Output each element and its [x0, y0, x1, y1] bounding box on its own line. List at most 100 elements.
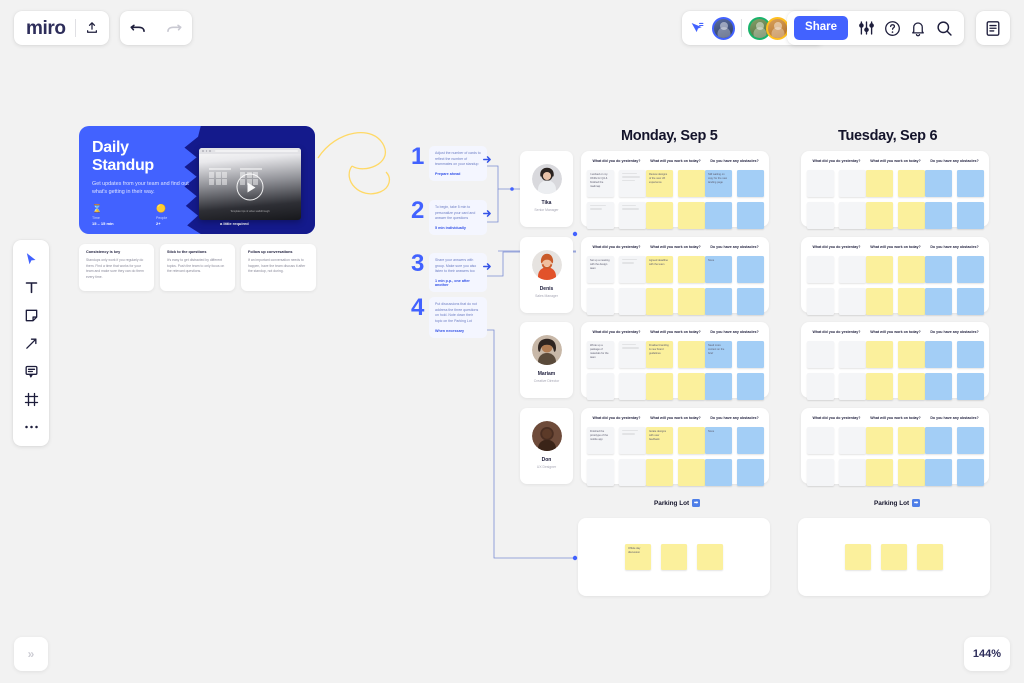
sticky-note[interactable]: [807, 170, 834, 198]
qboard-monday-tika[interactable]: What did you do yesterday? I worked on m…: [581, 151, 769, 230]
sticky-note[interactable]: [678, 427, 705, 455]
sticky-note[interactable]: [957, 459, 984, 487]
sticky-note[interactable]: [866, 427, 893, 455]
logo-panel[interactable]: miro: [14, 11, 109, 45]
search-icon[interactable]: [931, 15, 957, 41]
sticky-note[interactable]: [619, 459, 646, 487]
sticky-note[interactable]: [866, 459, 893, 487]
sticky-note[interactable]: [807, 202, 834, 230]
sticky-note[interactable]: [697, 544, 723, 570]
hero-video-thumbnail[interactable]: Template tips & video walkthrough: [199, 148, 301, 220]
sticky-note[interactable]: [705, 288, 732, 316]
sticky-note[interactable]: None: [705, 256, 732, 284]
sticky-note[interactable]: [925, 373, 952, 401]
sticky-note[interactable]: [839, 256, 866, 284]
sticky-note[interactable]: [619, 373, 646, 401]
sticky-note[interactable]: [737, 373, 764, 401]
comment-tool[interactable]: [16, 358, 46, 384]
sticky-note[interactable]: [807, 288, 834, 316]
avatar[interactable]: [712, 16, 735, 40]
sticky-note[interactable]: [845, 544, 871, 570]
qboard-monday-mariam[interactable]: What did you do yesterday? Wrote up a pa…: [581, 322, 769, 401]
sticky-note[interactable]: [678, 373, 705, 401]
sticky-note[interactable]: [839, 427, 866, 455]
sticky-note[interactable]: Iterate designs with user feedback: [646, 427, 673, 455]
sticky-note[interactable]: [587, 202, 614, 230]
sticky-note[interactable]: [898, 427, 925, 455]
sticky-note[interactable]: [881, 544, 907, 570]
sticky-note[interactable]: [957, 256, 984, 284]
sticky-note[interactable]: [807, 256, 834, 284]
text-tool[interactable]: [16, 274, 46, 300]
upload-icon[interactable]: [85, 21, 99, 35]
sticky-note[interactable]: [925, 341, 952, 369]
qboard-tuesday-denis[interactable]: What did you do yesterday? What will you…: [801, 237, 989, 316]
sticky-note[interactable]: [898, 373, 925, 401]
sticky-note[interactable]: [807, 459, 834, 487]
sticky-note[interactable]: [705, 459, 732, 487]
sticky-note[interactable]: [619, 170, 646, 198]
expand-panel-button[interactable]: »: [14, 637, 48, 671]
sticky-note[interactable]: [839, 170, 866, 198]
play-button[interactable]: [236, 173, 264, 201]
sticky-note[interactable]: [925, 288, 952, 316]
sticky-note[interactable]: [705, 373, 732, 401]
sticky-note[interactable]: [619, 202, 646, 230]
person-card-denis[interactable]: Denis Sales Manager: [520, 237, 573, 313]
person-card-don[interactable]: Don UX Designer: [520, 408, 573, 484]
sticky-note[interactable]: [737, 170, 764, 198]
zoom-level-indicator[interactable]: 144%: [963, 637, 1010, 671]
sticky-note[interactable]: Review designs of the new UX experience: [646, 170, 673, 198]
sticky-note[interactable]: [925, 256, 952, 284]
sticky-note[interactable]: [705, 202, 732, 230]
bell-icon[interactable]: [905, 15, 931, 41]
sticky-note[interactable]: [587, 288, 614, 316]
sticky-note[interactable]: Need more context on the brief: [705, 341, 732, 369]
sticky-note[interactable]: [678, 202, 705, 230]
sticky-note[interactable]: [646, 459, 673, 487]
sticky-note[interactable]: Offsite day discussion: [625, 544, 651, 570]
tip-card-questions[interactable]: Stick to the questions It's easy to get …: [160, 244, 235, 291]
sticky-note[interactable]: [807, 427, 834, 455]
miro-logo[interactable]: miro: [26, 19, 66, 38]
qboard-monday-don[interactable]: What did you do yesterday? Finished the …: [581, 408, 769, 487]
sticky-note[interactable]: [807, 373, 834, 401]
sticky-note[interactable]: None: [705, 427, 732, 455]
more-tools[interactable]: [16, 414, 46, 440]
sticky-note[interactable]: [925, 202, 952, 230]
sticky-note[interactable]: [866, 170, 893, 198]
sticky-note[interactable]: [839, 288, 866, 316]
sticky-note[interactable]: [737, 256, 764, 284]
sticky-note[interactable]: [866, 288, 893, 316]
sticky-note[interactable]: [957, 341, 984, 369]
sticky-note[interactable]: Finalise branding & new brand guidelines: [646, 341, 673, 369]
sticky-note[interactable]: [807, 341, 834, 369]
sticky-note[interactable]: [678, 459, 705, 487]
parking-lot-tuesday[interactable]: [798, 518, 990, 596]
sticky-note[interactable]: [866, 341, 893, 369]
avatar[interactable]: [766, 16, 789, 40]
person-card-tika[interactable]: Tika Senior Manager: [520, 151, 573, 227]
sticky-note[interactable]: [737, 459, 764, 487]
parking-lot-monday[interactable]: Offsite day discussion: [578, 518, 770, 596]
sticky-note[interactable]: [957, 170, 984, 198]
sticky-note[interactable]: [957, 427, 984, 455]
sticky-note[interactable]: [925, 170, 952, 198]
sticky-note[interactable]: [587, 459, 614, 487]
sticky-note[interactable]: [678, 170, 705, 198]
sticky-note[interactable]: [866, 256, 893, 284]
sticky-note[interactable]: Wrote up a package of materials for the …: [587, 341, 614, 369]
sticky-note[interactable]: [917, 544, 943, 570]
select-tool[interactable]: [16, 246, 46, 272]
sticky-note[interactable]: [619, 288, 646, 316]
sticky-note[interactable]: [737, 341, 764, 369]
tip-card-followup[interactable]: Follow up conversations If an important …: [241, 244, 316, 291]
sticky-note[interactable]: [898, 459, 925, 487]
board-canvas[interactable]: Daily Standup Get updates from your team…: [0, 0, 1024, 683]
sticky-note[interactable]: [619, 256, 646, 284]
sticky-note[interactable]: [898, 170, 925, 198]
sliders-icon[interactable]: [853, 15, 879, 41]
notes-panel-icon[interactable]: [985, 20, 1001, 37]
notes-panel-button[interactable]: [976, 11, 1010, 45]
cursor-share-icon[interactable]: [690, 21, 705, 35]
